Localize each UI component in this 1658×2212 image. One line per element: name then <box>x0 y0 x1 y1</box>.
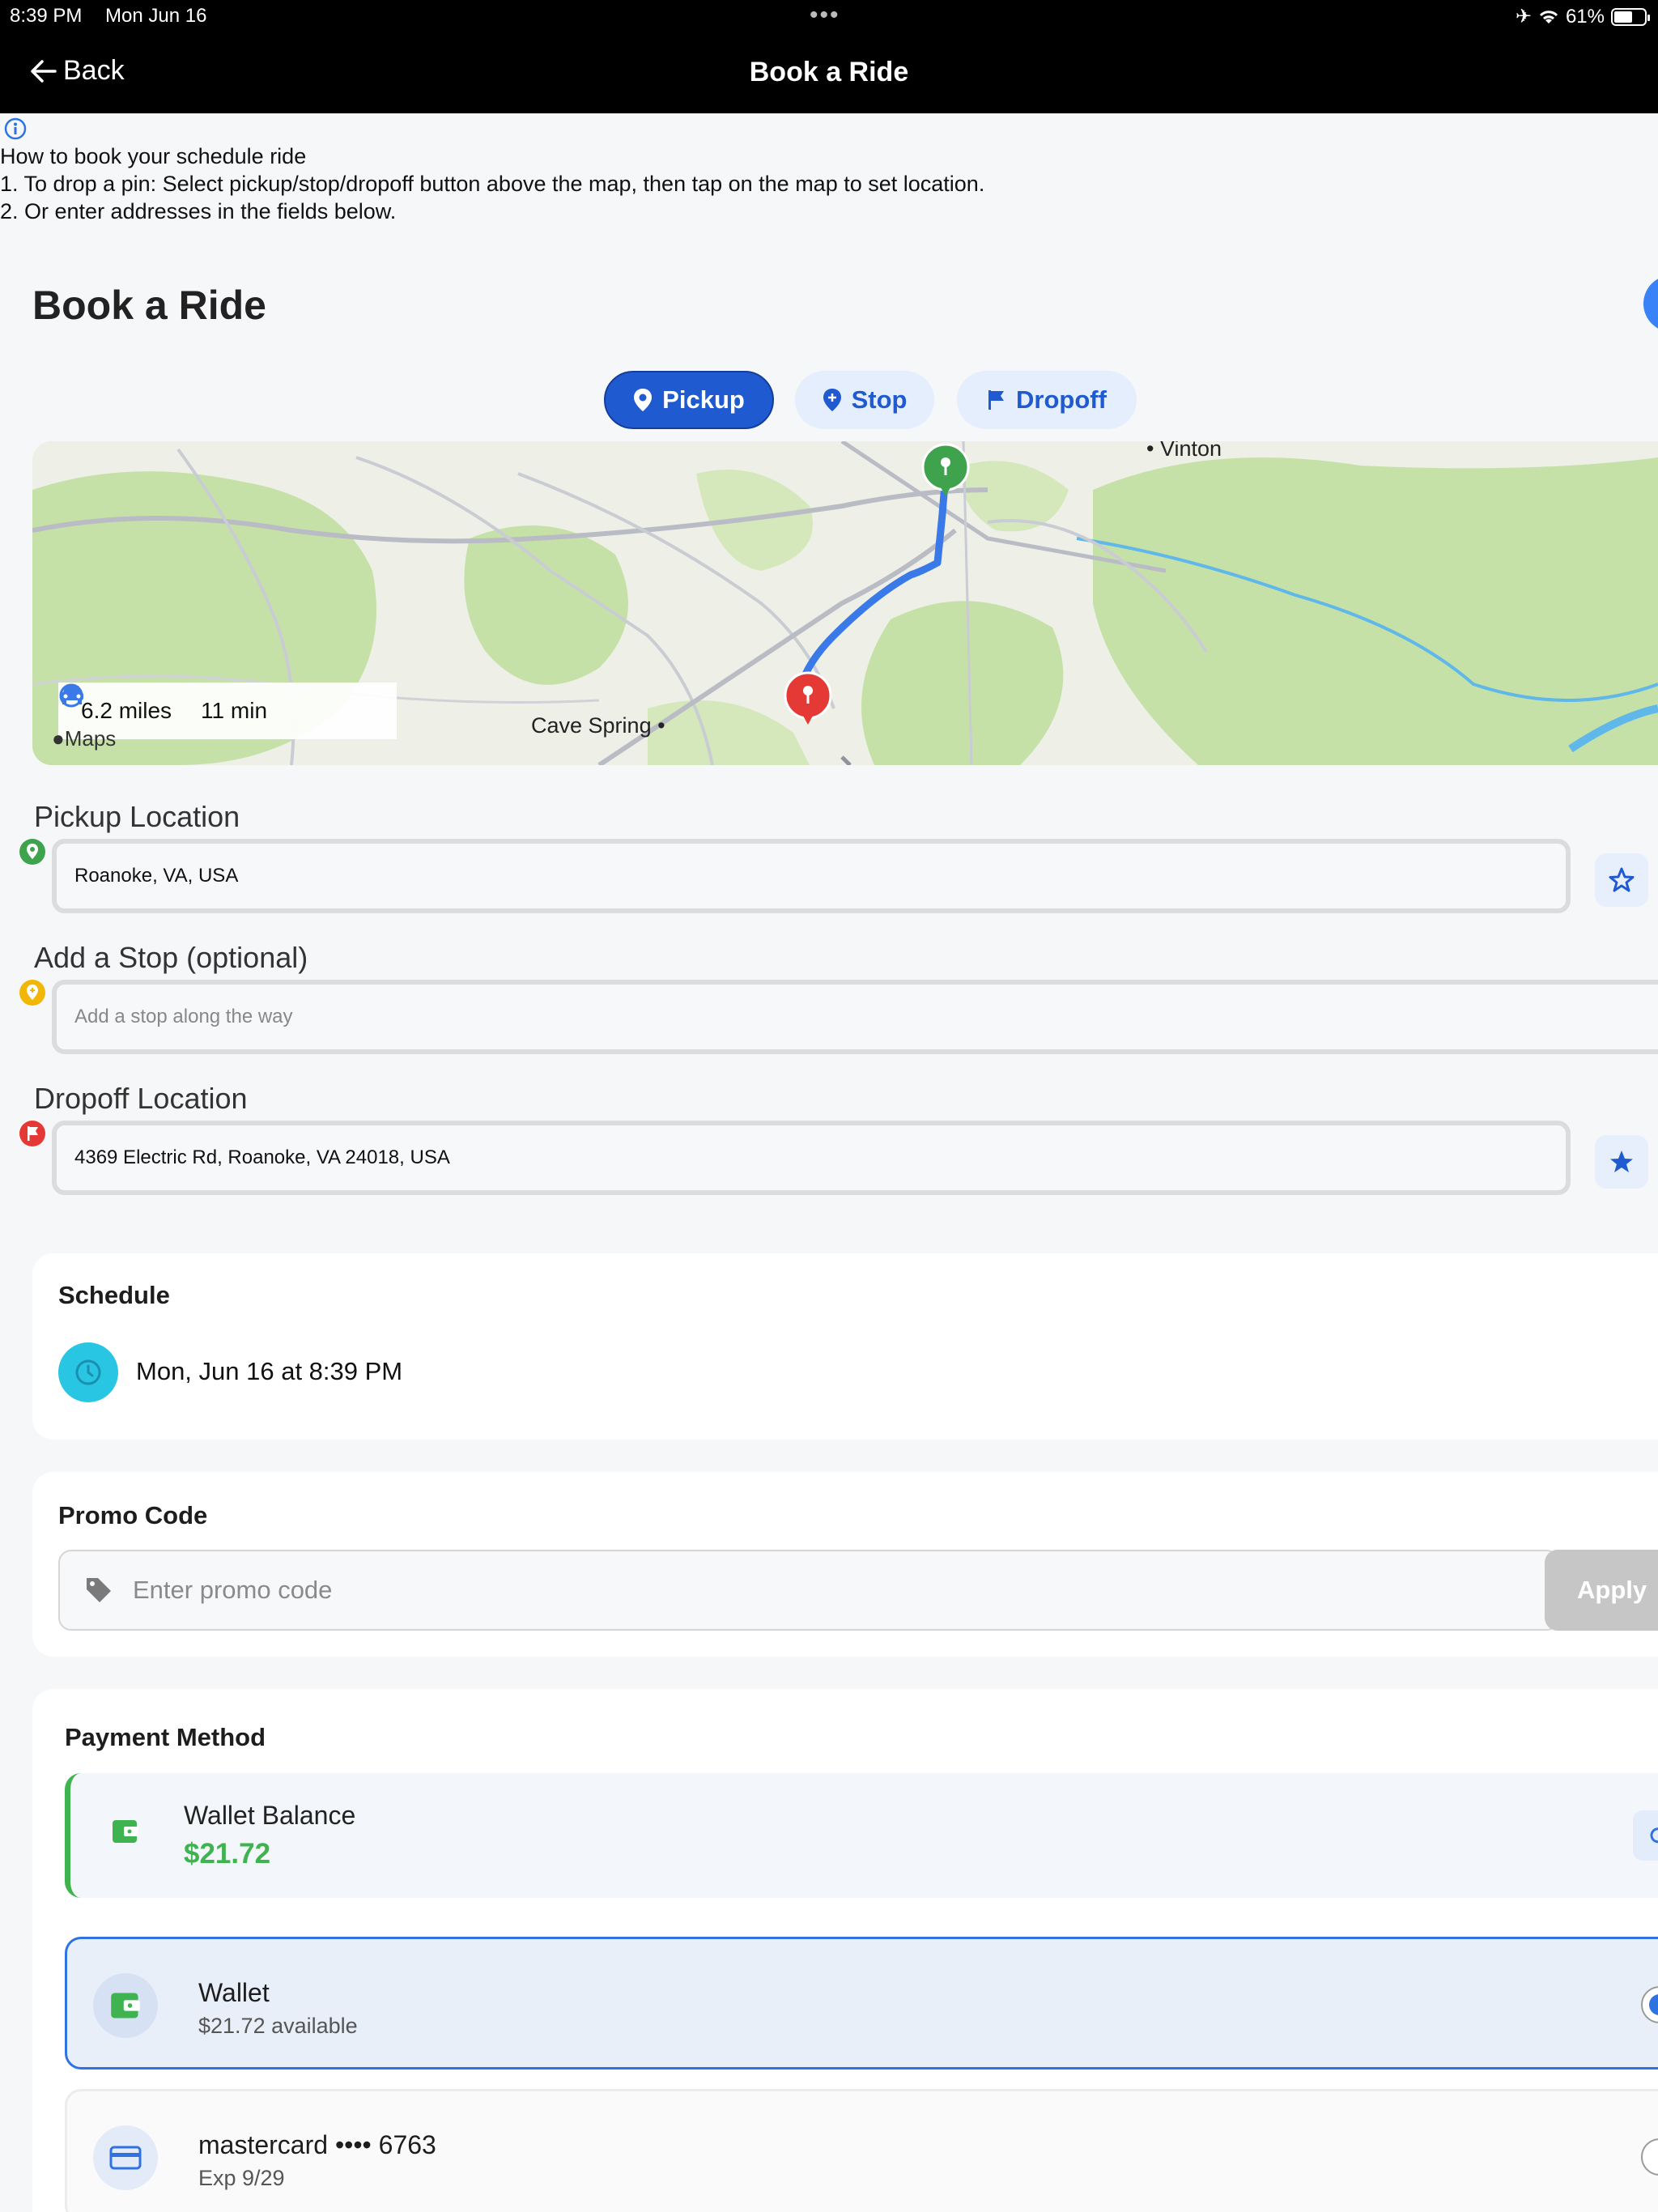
status-time: 8:39 PM <box>10 5 83 27</box>
tag-icon <box>87 1578 111 1602</box>
payment-option-detail: $21.72 available <box>198 2014 358 2038</box>
instructions: How to book your schedule ride 1. To dro… <box>0 143 984 225</box>
dropoff-label: Dropoff Location <box>34 1082 248 1115</box>
apply-promo-button[interactable]: Apply <box>1545 1550 1658 1631</box>
dropoff-mode-button[interactable]: Dropoff <box>957 371 1137 429</box>
wifi-icon <box>1539 10 1558 23</box>
wallet-icon <box>113 1820 138 1843</box>
pickup-mode-button[interactable]: Pickup <box>604 371 774 429</box>
route-map[interactable]: • Vinton Cave Spring • 6.2 miles 11 min … <box>32 441 1658 765</box>
wallet-balance-panel: Wallet Balance $21.72 <box>65 1773 1658 1898</box>
status-bar: 8:39 PM Mon Jun 16 ••• ✈ 61% <box>0 0 1658 32</box>
save-pickup-button[interactable] <box>1595 853 1648 907</box>
pickup-map-pin-icon[interactable] <box>921 443 970 498</box>
dropoff-map-pin-icon[interactable] <box>784 671 832 726</box>
add-pin-icon <box>823 389 841 411</box>
pickup-pin-icon <box>19 839 45 865</box>
duration-stat: 11 min <box>59 683 268 724</box>
instructions-heading: How to book your schedule ride <box>0 144 307 168</box>
stop-input[interactable]: Add a stop along the way <box>52 980 1658 1054</box>
duration-value: 11 min <box>201 698 268 723</box>
stop-pin-icon <box>19 980 45 1006</box>
save-dropoff-button[interactable] <box>1595 1135 1648 1189</box>
airplane-icon: ✈ <box>1515 6 1532 28</box>
pickup-input[interactable]: Roanoke, VA, USA <box>52 839 1571 913</box>
refresh-balance-button[interactable] <box>1633 1810 1658 1861</box>
dropoff-input[interactable]: 4369 Electric Rd, Roanoke, VA 24018, USA <box>52 1121 1571 1195</box>
wallet-balance-label: Wallet Balance <box>184 1801 356 1830</box>
map-label-cave-spring: Cave Spring • <box>531 713 665 738</box>
payment-option-name: Wallet <box>198 1978 270 2007</box>
instructions-step-1: 1. To drop a pin: Select pickup/stop/dro… <box>0 172 985 196</box>
instructions-step-2: 2. Or enter addresses in the fields belo… <box>0 199 397 223</box>
payment-title: Payment Method <box>65 1723 266 1751</box>
payment-option-detail: Exp 9/29 <box>198 2166 285 2190</box>
battery-icon <box>1611 7 1650 26</box>
apple-logo-icon: ● <box>52 726 65 751</box>
nav-title: Book a Ride <box>749 57 909 87</box>
dropoff-mode-label: Dropoff <box>1016 385 1107 414</box>
status-right: ✈ 61% <box>1515 5 1650 28</box>
pickup-label: Pickup Location <box>34 800 240 833</box>
promo-input[interactable]: Enter promo code <box>58 1550 1559 1631</box>
dropoff-pin-icon <box>19 1121 45 1146</box>
payment-radio-unselected[interactable] <box>1641 2138 1658 2176</box>
map-label-vinton: • Vinton <box>1146 441 1222 461</box>
star-outline-icon <box>1609 867 1635 892</box>
distance-value: 6.2 miles <box>81 698 172 723</box>
wallet-option-icon <box>93 1973 158 2038</box>
clock-icon <box>59 683 83 708</box>
stop-label: Add a Stop (optional) <box>34 941 308 974</box>
multitask-dots-icon[interactable]: ••• <box>810 2 840 29</box>
book-ride-screen: 8:39 PM Mon Jun 16 ••• ✈ 61% Back Book a… <box>0 0 1658 2212</box>
status-date: Mon Jun 16 <box>105 5 207 27</box>
payment-radio-selected[interactable] <box>1641 1986 1658 2023</box>
payment-card: Payment Method Wallet Balance $21.72 Wal… <box>32 1689 1658 2212</box>
payment-option-mastercard[interactable]: mastercard •••• 6763 Exp 9/29 <box>65 2089 1658 2212</box>
wallet-balance-amount: $21.72 <box>184 1838 271 1870</box>
schedule-card[interactable]: Schedule Mon, Jun 16 at 8:39 PM <box>32 1253 1658 1440</box>
refresh-icon <box>1650 1827 1658 1844</box>
page-title: Book a Ride <box>32 283 266 328</box>
promo-placeholder: Enter promo code <box>133 1576 333 1604</box>
flag-icon <box>988 390 1005 410</box>
stop-mode-button[interactable]: Stop <box>795 371 934 429</box>
star-filled-icon <box>1610 1151 1633 1172</box>
schedule-value: Mon, Jun 16 at 8:39 PM <box>136 1357 403 1385</box>
info-icon <box>4 117 27 140</box>
pin-icon <box>634 389 653 411</box>
pickup-mode-label: Pickup <box>662 385 745 414</box>
payment-option-wallet[interactable]: Wallet $21.72 available <box>65 1937 1658 2069</box>
schedule-title: Schedule <box>58 1281 170 1309</box>
distance-stat: 6.2 miles <box>61 686 172 724</box>
payment-option-name: mastercard •••• 6763 <box>198 2130 436 2159</box>
promo-card: Promo Code Enter promo code Apply <box>32 1472 1658 1657</box>
battery-percent: 61% <box>1565 5 1605 28</box>
floating-action-button[interactable] <box>1643 275 1658 332</box>
credit-card-icon <box>93 2125 158 2190</box>
schedule-clock-icon <box>58 1342 118 1402</box>
maps-attribution: ●Maps <box>52 726 117 751</box>
stop-mode-label: Stop <box>851 385 908 414</box>
promo-title: Promo Code <box>58 1501 208 1529</box>
navigation-bar: Back Book a Ride <box>0 32 1658 113</box>
